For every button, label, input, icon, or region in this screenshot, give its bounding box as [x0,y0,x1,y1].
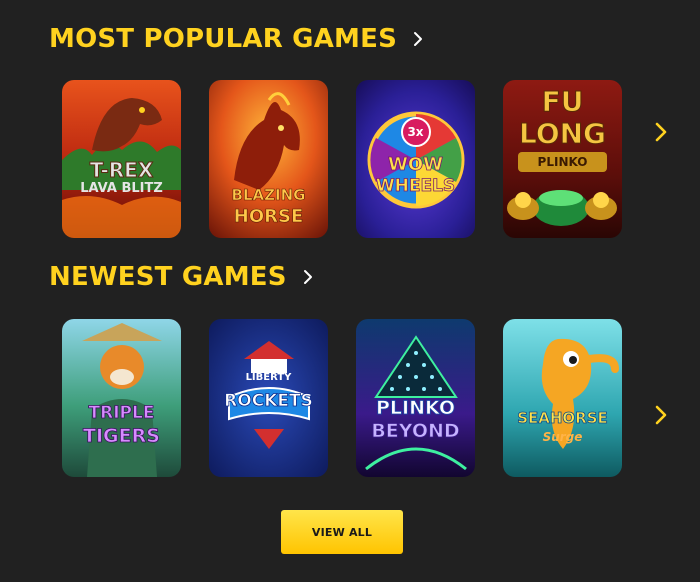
game-title-line1: LIBERTY [245,372,292,383]
game-title-line2: LONG [518,117,607,150]
game-title-line2: LAVA BLITZ [80,181,163,196]
game-title-line1: PLINKO [375,397,456,419]
section-title-text: NEWEST GAMES [49,262,287,292]
game-card-fu-long-plinko[interactable]: FU LONG PLINKO [503,80,622,238]
newest-games-carousel: TRIPLE TIGERS LIBERTY ROCKETS PLINKO BEY… [62,319,682,477]
seahorse-surge-artwork [503,319,622,477]
game-title-line1: BLAZING [231,186,306,204]
view-all-button[interactable]: VIEW ALL [281,510,403,554]
game-card-triple-tigers[interactable]: TRIPLE TIGERS [62,319,181,477]
game-title-line2: Surge [542,430,583,444]
game-title-line2: WOW [387,154,444,175]
game-title-line1: T-REX [89,158,154,182]
games-page: MOST POPULAR GAMES T-REX LAVA BLITZ BLAZ… [0,0,700,582]
game-title-line1: FU [541,85,584,118]
game-title-line3: WHEELS [375,176,456,196]
game-title-line1: 3x [407,125,424,139]
game-card-liberty-rockets[interactable]: LIBERTY ROCKETS [209,319,328,477]
game-card-t-rex-lava-blitz[interactable]: T-REX LAVA BLITZ [62,80,181,238]
chevron-right-icon [413,31,423,47]
game-card-wow-wheels[interactable]: 3x WOW WHEELS [356,80,475,238]
section-title-text: MOST POPULAR GAMES [49,24,397,54]
chevron-right-icon [655,122,667,142]
game-card-blazing-horse[interactable]: BLAZING HORSE [209,80,328,238]
game-title-line2: HORSE [233,206,304,227]
game-title-line3: PLINKO [537,155,588,169]
section-title-newest[interactable]: NEWEST GAMES [49,262,313,292]
game-title-line2: ROCKETS [224,391,313,411]
game-title-line1: SEAHORSE [517,409,608,427]
game-title-line1: TRIPLE [88,403,155,423]
chevron-right-icon [655,405,667,425]
section-title-most-popular[interactable]: MOST POPULAR GAMES [49,24,423,54]
game-card-plinko-beyond[interactable]: PLINKO BEYOND [356,319,475,477]
game-title-line2: BEYOND [371,420,460,442]
game-card-seahorse-surge[interactable]: SEAHORSE Surge [503,319,622,477]
triple-tigers-artwork [62,319,181,477]
carousel-next-button[interactable] [654,404,668,426]
game-title-line2: TIGERS [83,425,161,447]
popular-games-carousel: T-REX LAVA BLITZ BLAZING HORSE 3x WOW WH… [62,80,682,238]
chevron-right-icon [303,269,313,285]
carousel-next-button[interactable] [654,121,668,143]
